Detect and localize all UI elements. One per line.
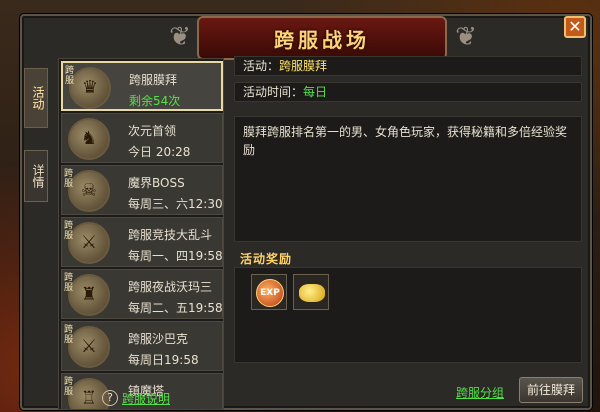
dragon-ornament-left-icon: ❦ <box>169 22 191 52</box>
activity-label: 活动： <box>243 59 280 73</box>
cross-server-help-link[interactable]: 跨服说明 <box>122 390 170 407</box>
list-item-cross-server-worship[interactable]: ♛ 跨服 跨服膜拜 剩余54次 <box>61 61 223 111</box>
window-title-plate: 跨服战场 <box>197 16 447 60</box>
cross-server-tag: 跨服 <box>64 169 74 189</box>
activity-time: 每周一、四19:58 <box>128 249 223 263</box>
rewards-panel: EXP <box>234 267 582 363</box>
cross-server-tag: 跨服 <box>64 221 74 241</box>
reward-slot-gold[interactable] <box>293 274 329 310</box>
list-item-dimension-boss[interactable]: ♞ 次元首领 今日 20:28 <box>61 113 223 163</box>
activity-time: 今日 20:28 <box>128 145 191 159</box>
tab-details[interactable]: 详情 <box>24 150 48 202</box>
list-item-arena-brawl[interactable]: ⚔ 跨服 跨服竞技大乱斗 每周一、四19:58 <box>61 217 223 267</box>
question-icon[interactable]: ? <box>102 390 118 406</box>
activity-description: 膜拜跨服排名第一的男、女角色玩家，获得秘籍和多倍经验奖励 <box>234 116 582 242</box>
rewards-title: 活动奖励 <box>240 252 293 266</box>
activity-time: 每周三、六12:30 <box>128 197 223 211</box>
cross-server-battle-window: ❦ 跨服战场 ❦ 活动 详情 ♛ 跨服 跨服膜拜 剩余54次 ♞ 次元首领 今日… <box>20 14 592 410</box>
activity-name: 跨服膜拜 <box>129 73 178 87</box>
activity-time-bar: 活动时间：每日 <box>234 82 582 102</box>
remaining-count: 剩余54次 <box>129 94 181 108</box>
activity-list: ♛ 跨服 跨服膜拜 剩余54次 ♞ 次元首领 今日 20:28 ☠ 跨服 魔界B… <box>58 58 224 410</box>
dragon-ornament-right-icon: ❦ <box>455 22 477 52</box>
time-label: 活动时间： <box>243 85 304 99</box>
exp-orb-icon: EXP <box>256 279 284 307</box>
list-item-sabac[interactable]: ⚔ 跨服 跨服沙巴克 每周日19:58 <box>61 321 223 371</box>
activity-name: 跨服夜战沃玛三 <box>128 280 213 294</box>
go-worship-button[interactable]: 前往膜拜 <box>519 377 583 403</box>
cross-server-tag: 跨服 <box>65 66 75 86</box>
activity-name: 跨服沙巴克 <box>128 332 189 346</box>
tab-activity[interactable]: 活动 <box>24 68 48 128</box>
cross-server-group-link[interactable]: 跨服分组 <box>456 384 504 401</box>
window-title: 跨服战场 <box>274 27 370 52</box>
activity-name: 次元首领 <box>128 124 177 138</box>
activity-name-bar: 活动：跨服膜拜 <box>234 56 582 76</box>
list-item-demon-boss[interactable]: ☠ 跨服 魔界BOSS 每周三、六12:30 <box>61 165 223 215</box>
activity-time: 每周二、五19:58 <box>128 301 223 315</box>
activity-value: 跨服膜拜 <box>279 59 328 73</box>
cross-server-tag: 跨服 <box>64 325 74 345</box>
dragon-boss-icon: ♞ <box>68 118 110 160</box>
side-tab-bar: 活动 详情 <box>22 60 48 240</box>
activity-name: 跨服竞技大乱斗 <box>128 228 213 242</box>
close-icon[interactable]: ✕ <box>564 16 586 38</box>
time-value: 每日 <box>303 85 328 99</box>
reward-slot-exp[interactable]: EXP <box>251 274 287 310</box>
cross-server-tag: 跨服 <box>64 273 74 293</box>
gold-ingots-icon <box>299 284 325 302</box>
activity-time: 每周日19:58 <box>128 353 199 367</box>
activity-name: 魔界BOSS <box>128 176 185 190</box>
help-row: ? 跨服说明 <box>62 389 222 409</box>
list-item-night-woma[interactable]: ♜ 跨服 跨服夜战沃玛三 每周二、五19:58 <box>61 269 223 319</box>
